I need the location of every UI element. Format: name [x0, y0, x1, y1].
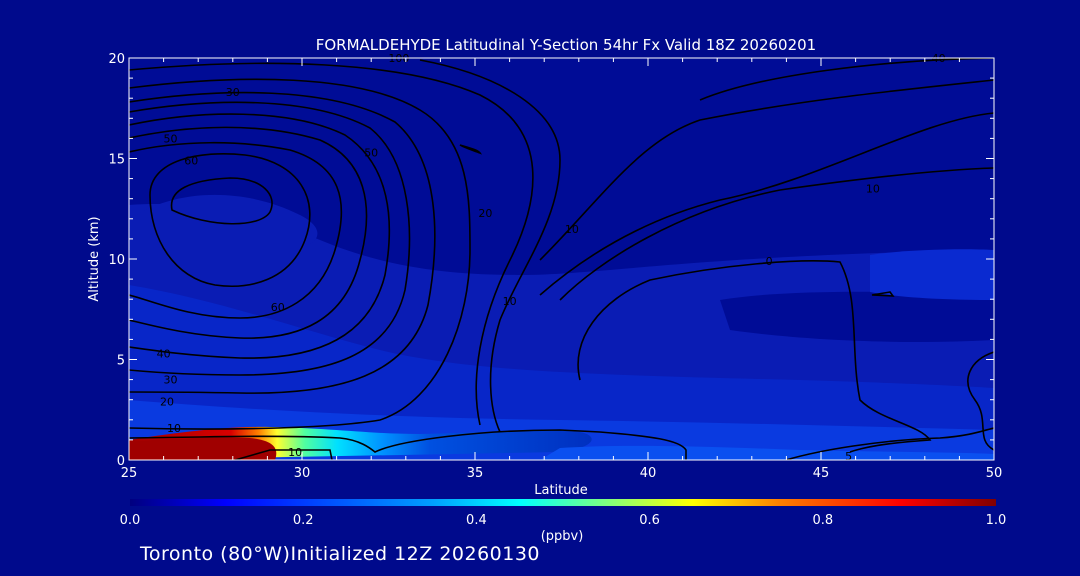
- y-tick-label: 10: [108, 253, 125, 268]
- y-tick-label: 5: [117, 354, 125, 369]
- colorbar-unit-label: (ppbv): [541, 529, 584, 544]
- contour-label: 50: [164, 132, 178, 145]
- contour-label: 10: [503, 295, 517, 308]
- x-tick-label: 40: [640, 466, 657, 481]
- contour-label: 50: [364, 146, 378, 159]
- x-axis-label: Latitude: [534, 483, 588, 498]
- y-tick-label: 15: [108, 153, 125, 168]
- contour-label: 10: [288, 446, 302, 459]
- contour-label: 10: [167, 422, 181, 435]
- contour-label: 10: [866, 183, 880, 196]
- colorbar-tick-label: 0.6: [639, 513, 660, 528]
- colorbar-tick-label: 1.0: [986, 513, 1007, 528]
- x-tick-label: 35: [467, 466, 484, 481]
- x-tick-label: 30: [294, 466, 311, 481]
- colorbar-tick-label: 0.2: [293, 513, 314, 528]
- colorbar-tick-label: 0.0: [120, 513, 141, 528]
- location-init-text: Toronto (80°W)Initialized 12Z 20260130: [140, 543, 541, 565]
- contour-label: 30: [164, 374, 178, 387]
- colorbar: [130, 499, 996, 506]
- concentration-field: [129, 58, 994, 460]
- contour-label: 30: [226, 86, 240, 99]
- colorbar-tick-label: 0.4: [466, 513, 487, 528]
- contour-label: 20: [160, 396, 174, 409]
- y-axis-label: Altitude (km): [87, 216, 102, 301]
- contour-label: 5: [845, 450, 852, 463]
- colorbar-ticks: 0.0 0.2 0.4 0.6 0.8 1.0: [120, 513, 1007, 528]
- y-tick-label: 0: [117, 454, 125, 469]
- colorbar-tick-label: 0.8: [812, 513, 833, 528]
- chart-title: FORMALDEHYDE Latitudinal Y-Section 54hr …: [316, 36, 816, 54]
- x-tick-label: 45: [813, 466, 830, 481]
- field-surface-core: [129, 437, 277, 460]
- contour-label: 10: [565, 223, 579, 236]
- contour-label: 60: [184, 155, 198, 168]
- contour-label: 0: [766, 255, 773, 268]
- y-tick-label: 20: [108, 52, 125, 67]
- x-tick-labels: 25 30 35 40 45 50: [121, 466, 1003, 481]
- contour-label: 20: [478, 207, 492, 220]
- contour-label: 40: [157, 347, 171, 360]
- contour-label: 60: [271, 301, 285, 314]
- chart-svg: 101020304060 10102050605030100104005 25 30…: [87, 36, 1007, 544]
- x-tick-label: 50: [986, 466, 1003, 481]
- y-tick-labels: 0 5 10 15 20: [108, 52, 125, 469]
